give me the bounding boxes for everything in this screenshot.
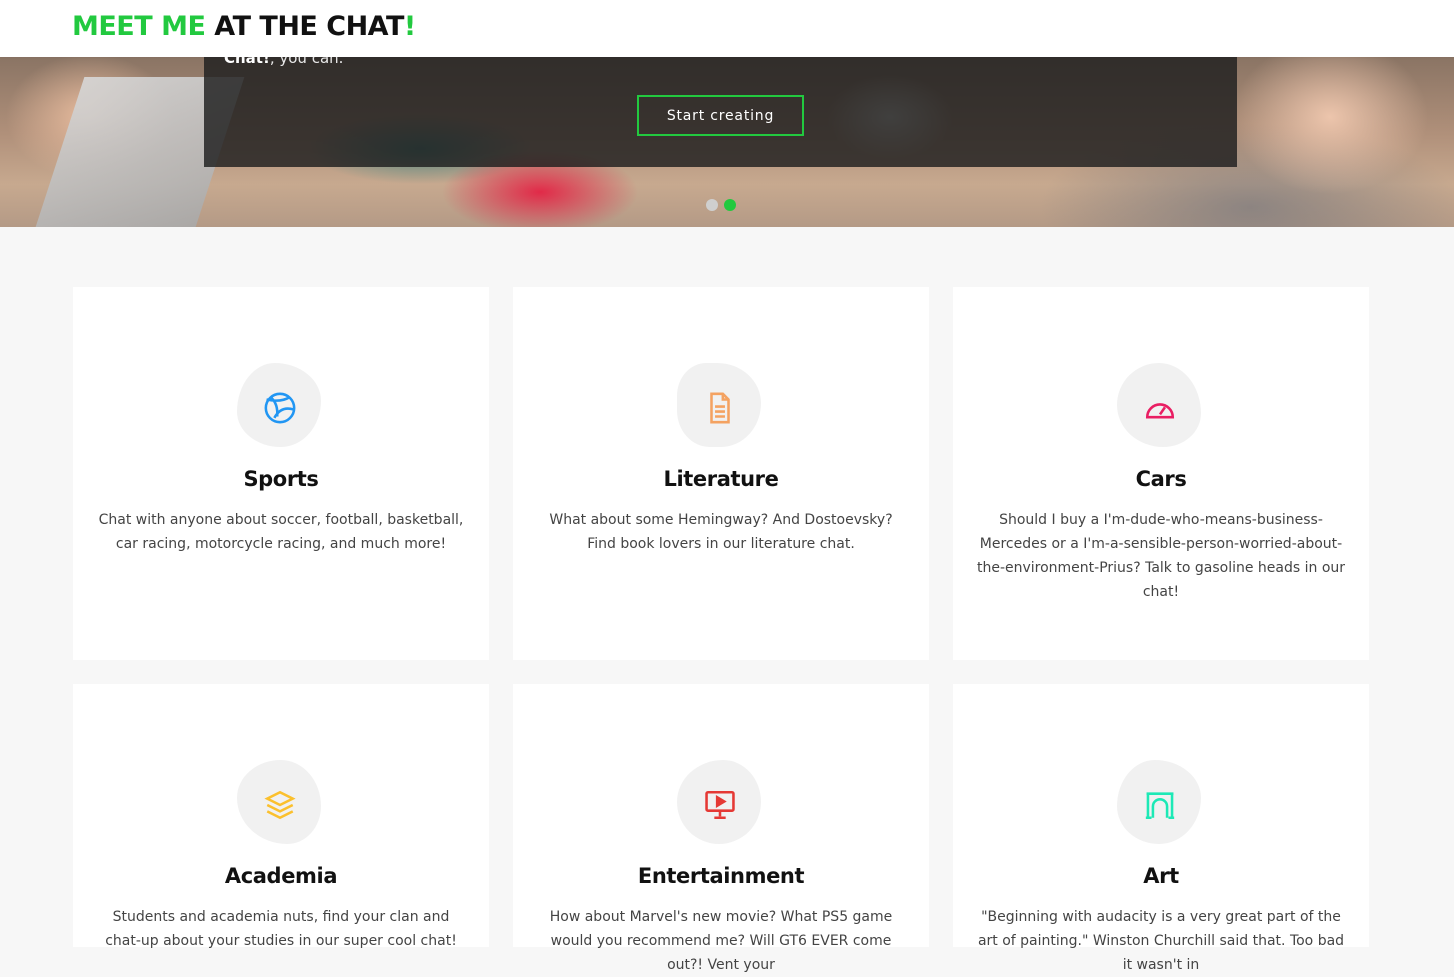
category-card-sports[interactable]: Sports Chat with anyone about soccer, fo… — [73, 287, 489, 660]
basketball-icon — [264, 392, 296, 424]
hero-caption-text: Chat!, you can. — [224, 57, 343, 67]
card-description: What about some Hemingway? And Dostoevsk… — [549, 512, 893, 552]
card-description: Should I buy a I'm-dude-who-means-busine… — [976, 512, 1346, 600]
logo-exclamation: ! — [403, 11, 416, 42]
carousel-indicators — [706, 199, 736, 211]
hero-caption-bold: Chat! — [224, 57, 270, 67]
card-title: Literature — [663, 467, 779, 491]
card-title: Academia — [224, 864, 338, 888]
card-description: How about Marvel's new movie? What PS5 g… — [549, 909, 893, 973]
category-card-art[interactable]: Art "Beginning with audacity is a very g… — [953, 684, 1369, 973]
arch-icon — [1145, 792, 1175, 820]
card-title: Art — [1143, 864, 1179, 888]
category-card-entertainment[interactable]: Entertainment How about Marvel's new mov… — [513, 684, 929, 973]
carousel-dot-1[interactable] — [706, 199, 718, 211]
card-title: Sports — [243, 467, 319, 491]
speedometer-icon — [1145, 403, 1175, 419]
logo-part-at-the-chat: AT THE CHAT — [214, 11, 404, 42]
card-title: Entertainment — [637, 864, 805, 888]
layers-icon — [264, 790, 296, 820]
logo-part-meet-me: MEET ME — [72, 11, 206, 42]
site-logo[interactable]: MEET ME AT THE CHAT! — [72, 10, 416, 44]
hero-caption-panel: Chat!, you can. Start creating — [204, 57, 1237, 167]
start-creating-button[interactable]: Start creating — [637, 95, 804, 136]
category-card-literature[interactable]: Literature What about some Hemingway? An… — [513, 287, 929, 660]
card-title: Cars — [1135, 467, 1187, 491]
carousel-dot-2[interactable] — [724, 199, 736, 211]
site-header: MEET ME AT THE CHAT! — [0, 0, 1454, 57]
category-card-cars[interactable]: Cars Should I buy a I'm-dude-who-means-b… — [953, 287, 1369, 660]
card-description: "Beginning with audacity is a very great… — [977, 909, 1345, 973]
screen-play-icon — [705, 790, 735, 820]
category-card-academia[interactable]: Academia Students and academia nuts, fin… — [73, 684, 489, 949]
card-description: Students and academia nuts, find your cl… — [105, 909, 457, 949]
document-icon — [710, 392, 730, 424]
hero-carousel: Chat!, you can. Start creating — [0, 57, 1454, 227]
card-description: Chat with anyone about soccer, football,… — [98, 512, 464, 552]
hero-caption-rest: , you can. — [269, 57, 344, 67]
